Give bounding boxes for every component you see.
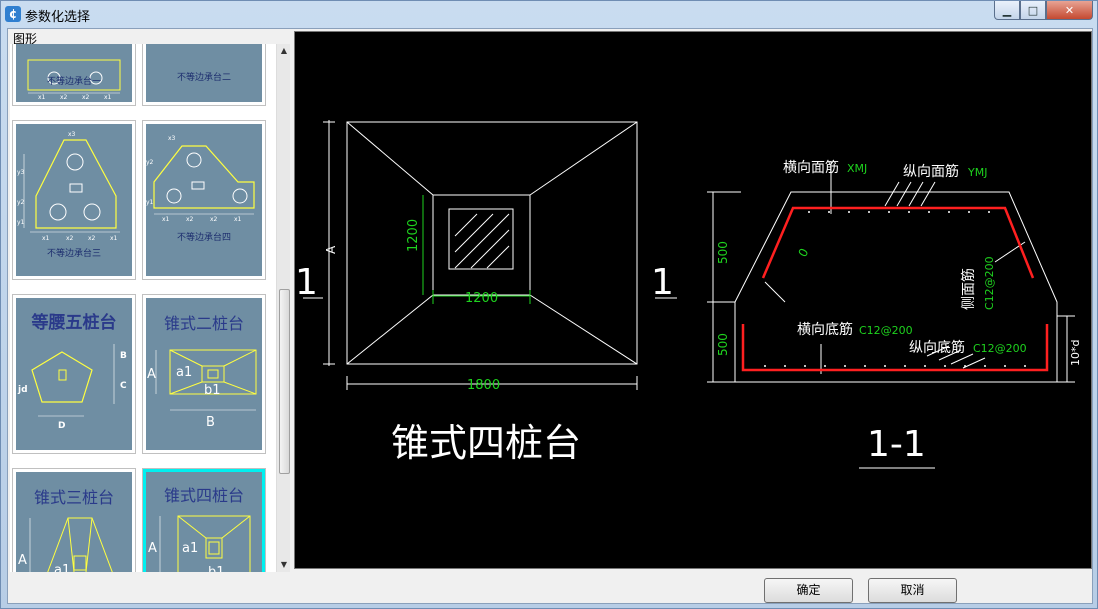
thumb-dim: y2 [146, 159, 154, 166]
cancel-button[interactable]: 取消 [868, 578, 957, 603]
thumb-dim: x1 [104, 94, 112, 101]
thumb-label: 不等边承台三 [46, 249, 101, 259]
code-top-longitudinal: YMJ [967, 166, 987, 179]
thumb-dim: b1 [204, 383, 221, 398]
shape-thumb-4-drawing: x3 x1 x2 x2 x1 y1 y2 [146, 135, 255, 223]
scroll-down-arrow-icon[interactable]: ▼ [277, 558, 291, 572]
thumb-title: 锥式二桩台 [163, 314, 244, 333]
shape-thumb-6[interactable]: 锥式二桩台 A a1 b1 B [142, 294, 266, 454]
close-button[interactable]: ✕ [1046, 1, 1093, 20]
window-title: 参数化选择 [25, 10, 91, 25]
label-top-horizontal: 横向面筋 [783, 159, 839, 176]
thumb-dim: x3 [168, 135, 176, 142]
plan-title: 锥式四桩台 [391, 421, 581, 465]
section-dim-right: 10*d [1069, 340, 1082, 366]
thumb-title: 锥式三桩台 [33, 488, 114, 507]
thumb-dim: A [18, 553, 27, 568]
dialog-window: ¢ 参数化选择 ▁ □ ✕ 图形 x1 x2 x2 x1 不等边承台一 不等边承… [0, 0, 1098, 609]
thumb-dim: b1 [208, 565, 225, 572]
thumb-dim: a1 [176, 365, 192, 380]
plan-dim-width: 1200 [465, 291, 498, 306]
thumb-title: 锥式四桩台 [163, 486, 244, 505]
thumb-dim: a1 [182, 541, 198, 556]
thumb-dim: B [206, 415, 215, 430]
thumb-dim: C [120, 381, 127, 391]
scroll-thumb[interactable] [279, 289, 290, 474]
thumb-dim: y2 [17, 199, 25, 206]
code-bottom-horizontal: C12@200 [859, 324, 913, 337]
code-bottom-longitudinal: C12@200 [973, 342, 1027, 355]
thumb-dim: x2 [82, 94, 90, 101]
thumb-dim: a1 [54, 563, 70, 572]
thumb-dim: y1 [146, 199, 154, 206]
shape-thumb-7[interactable]: 锥式三桩台 A a1 b1 [12, 468, 136, 572]
thumb-title: 等腰五桩台 [31, 313, 117, 333]
label-side: 侧面筋 [960, 268, 977, 310]
section-title: 1-1 [867, 424, 926, 465]
shape-thumb-2[interactable]: 不等边承台二 [142, 44, 266, 106]
plan-dim-a: A [324, 245, 338, 254]
minimize-button[interactable]: ▁ [994, 1, 1020, 20]
shape-thumb-5[interactable]: 等腰五桩台 B C D jd [12, 294, 136, 454]
ok-button[interactable]: 确定 [764, 578, 853, 603]
shape-thumb-1[interactable]: x1 x2 x2 x1 不等边承台一 [12, 44, 136, 106]
section-dim-slope: 0 [795, 246, 811, 260]
thumb-dim: x2 [210, 216, 218, 223]
thumb-dim: x3 [68, 131, 76, 138]
thumb-dim: jd [17, 385, 28, 395]
thumb-dim: B [120, 351, 127, 361]
dialog-body: 图形 x1 x2 x2 x1 不等边承台一 不等边承台二 x3 x1 x2 x2… [7, 28, 1093, 604]
section-mark-right: 1 [651, 262, 674, 303]
thumb-dim: x1 [42, 235, 50, 242]
thumb-dim: x1 [234, 216, 242, 223]
section-mark-left: 1 [295, 262, 318, 303]
label-bottom-longitudinal: 纵向底筋 [909, 339, 965, 356]
thumb-label: 不等边承台二 [176, 73, 231, 83]
cad-drawing: 1200 1200 1800 A 1 1 锥式四桩台 横向面筋 XMJ 纵向面筋… [295, 120, 1082, 469]
thumb-dim: A [148, 541, 157, 556]
cad-preview: 1200 1200 1800 A 1 1 锥式四桩台 横向面筋 XMJ 纵向面筋… [294, 31, 1092, 569]
thumb-dim: x2 [88, 235, 96, 242]
thumb-dim: x1 [38, 94, 46, 101]
thumb-dim: x1 [110, 235, 118, 242]
shape-thumb-1-drawing: x1 x2 x2 x1 [27, 59, 121, 101]
code-top-horizontal: XMJ [847, 162, 867, 175]
maximize-button[interactable]: □ [1020, 1, 1046, 20]
code-side: C12@200 [983, 256, 996, 310]
plan-dim-total: 1800 [467, 378, 500, 393]
title-bar: ¢ 参数化选择 ▁ □ ✕ [1, 1, 1097, 27]
section-dim-upper: 500 [716, 241, 730, 264]
label-top-longitudinal: 纵向面筋 [903, 163, 959, 180]
thumb-dim: x2 [66, 235, 74, 242]
thumb-label: 不等边承台四 [176, 233, 231, 243]
thumb-dim: x1 [162, 216, 170, 223]
plan-view [303, 120, 677, 390]
section-dim-lower: 500 [716, 333, 730, 356]
parametric-icon: ¢ [5, 6, 21, 22]
thumb-dim: y1 [17, 219, 25, 226]
thumb-dim: D [58, 421, 65, 431]
label-bottom-horizontal: 横向底筋 [797, 321, 853, 338]
shape-thumb-3[interactable]: x3 x1 x2 x2 x1 y1 y2 y3 不等边承台三 [12, 120, 136, 280]
thumb-dim: x2 [186, 216, 194, 223]
shape-thumb-8-selected[interactable]: 锥式四桩台 A a1 b1 [142, 468, 266, 572]
thumb-dim: y3 [17, 169, 25, 176]
plan-dimensions [422, 195, 531, 304]
shape-thumb-4[interactable]: x3 x1 x2 x2 x1 y1 y2 不等边承台四 [142, 120, 266, 280]
thumb-dim: A [147, 367, 156, 382]
thumbnail-scrollbar[interactable]: ▲ ▼ [276, 44, 290, 572]
scroll-up-arrow-icon[interactable]: ▲ [277, 44, 291, 58]
thumb-dim: x2 [60, 94, 68, 101]
thumb-label: 不等边承台一 [46, 77, 101, 87]
shape-list: x1 x2 x2 x1 不等边承台一 不等边承台二 x3 x1 x2 x2 x1… [10, 44, 290, 572]
plan-dim-height: 1200 [406, 219, 421, 252]
